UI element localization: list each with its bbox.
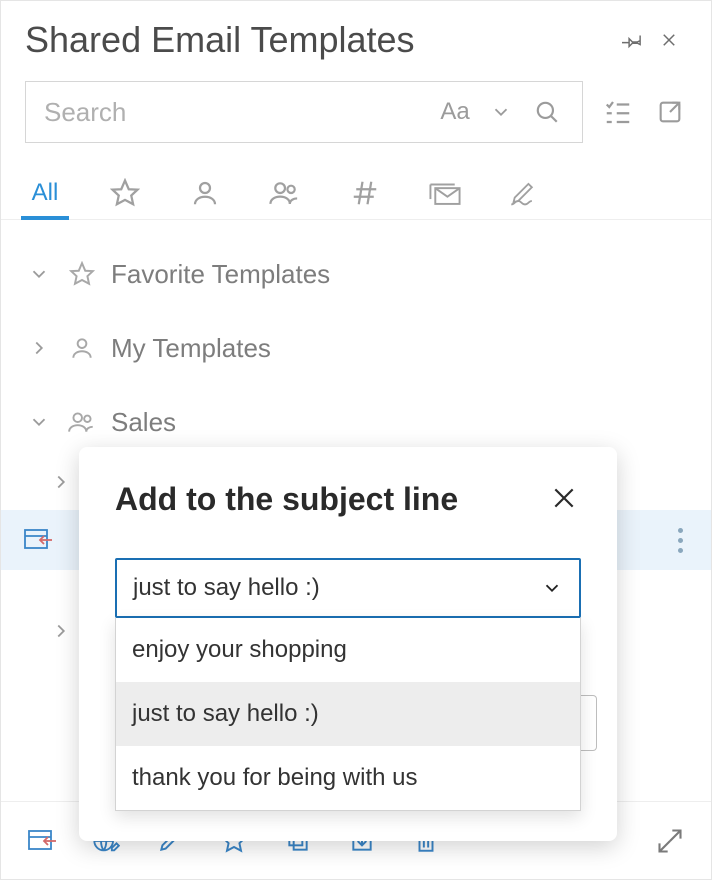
header: Shared Email Templates <box>1 1 711 71</box>
open-external-button[interactable] <box>653 95 687 129</box>
chevron-right-icon <box>28 337 50 359</box>
subject-combobox[interactable]: just to say hello :) <box>115 558 581 618</box>
tab-favorites[interactable] <box>105 167 145 219</box>
person-icon <box>67 335 97 361</box>
node-label: My Templates <box>111 333 271 364</box>
insert-template-icon <box>23 527 53 553</box>
node-label: Favorite Templates <box>111 259 330 290</box>
search-input[interactable] <box>44 97 426 128</box>
node-favorite-templates[interactable]: Favorite Templates <box>1 242 711 306</box>
pen-edit-icon <box>509 178 541 208</box>
expand-toggle[interactable] <box>47 620 75 642</box>
mail-stack-icon <box>428 178 462 208</box>
search-button[interactable] <box>530 95 564 129</box>
app-pane: Shared Email Templates Aa <box>0 0 712 880</box>
chevron-down-icon <box>490 101 512 123</box>
hash-icon <box>350 178 380 208</box>
tab-all-label: All <box>32 179 59 207</box>
insert-template-icon <box>27 828 57 854</box>
expand-toggle[interactable] <box>25 411 53 433</box>
star-icon <box>67 261 97 287</box>
dialog-close-button[interactable] <box>547 481 581 515</box>
combobox-option[interactable]: thank you for being with us <box>116 746 580 810</box>
tab-personal[interactable] <box>185 167 225 219</box>
row-more-menu[interactable] <box>667 520 693 560</box>
insert-button[interactable] <box>25 824 59 858</box>
pin-button[interactable] <box>615 22 651 58</box>
person-icon <box>190 178 220 208</box>
dialog-header: Add to the subject line <box>115 481 581 518</box>
expand-toggle[interactable] <box>25 263 53 285</box>
filter-tabs: All <box>1 153 711 220</box>
search-box[interactable]: Aa <box>25 81 583 143</box>
expand-button[interactable] <box>653 824 687 858</box>
option-label: just to say hello :) <box>132 700 319 728</box>
chevron-down-icon <box>28 263 50 285</box>
search-row: Aa <box>1 71 711 153</box>
star-icon <box>110 178 140 208</box>
tab-mail[interactable] <box>425 167 465 219</box>
close-pane-button[interactable] <box>651 22 687 58</box>
dialog-title: Add to the subject line <box>115 481 458 518</box>
chevron-right-icon <box>50 620 72 642</box>
option-label: enjoy your shopping <box>132 636 347 664</box>
expand-icon <box>656 827 684 855</box>
option-label: thank you for being with us <box>132 764 418 792</box>
combobox-option[interactable]: enjoy your shopping <box>116 618 580 682</box>
expand-toggle[interactable] <box>47 471 75 493</box>
checklist-icon <box>603 97 633 127</box>
pin-icon <box>622 29 644 51</box>
tab-tags[interactable] <box>345 167 385 219</box>
chevron-down-icon <box>541 577 563 599</box>
people-icon <box>67 409 97 435</box>
combobox-option[interactable]: just to say hello :) <box>116 682 580 746</box>
tab-all[interactable]: All <box>25 167 65 219</box>
search-options-dropdown[interactable] <box>484 95 518 129</box>
people-icon <box>268 178 302 208</box>
combobox-listbox: enjoy your shopping just to say hello :)… <box>115 618 581 811</box>
node-sales[interactable]: Sales <box>1 390 711 454</box>
close-icon <box>551 485 577 511</box>
chevron-down-icon <box>28 411 50 433</box>
search-icon <box>534 99 560 125</box>
tab-signatures[interactable] <box>505 167 545 219</box>
tab-team[interactable] <box>265 167 305 219</box>
checklist-button[interactable] <box>601 95 635 129</box>
external-link-icon <box>656 98 684 126</box>
match-case-button[interactable]: Aa <box>438 95 472 129</box>
combobox-value: just to say hello :) <box>133 574 320 602</box>
match-case-label: Aa <box>440 98 469 126</box>
chevron-right-icon <box>50 471 72 493</box>
node-my-templates[interactable]: My Templates <box>1 316 711 380</box>
app-title: Shared Email Templates <box>25 19 615 61</box>
close-icon <box>660 31 678 49</box>
add-subject-dialog: Add to the subject line just to say hell… <box>79 447 617 841</box>
expand-toggle[interactable] <box>25 337 53 359</box>
node-label: Sales <box>111 407 176 438</box>
